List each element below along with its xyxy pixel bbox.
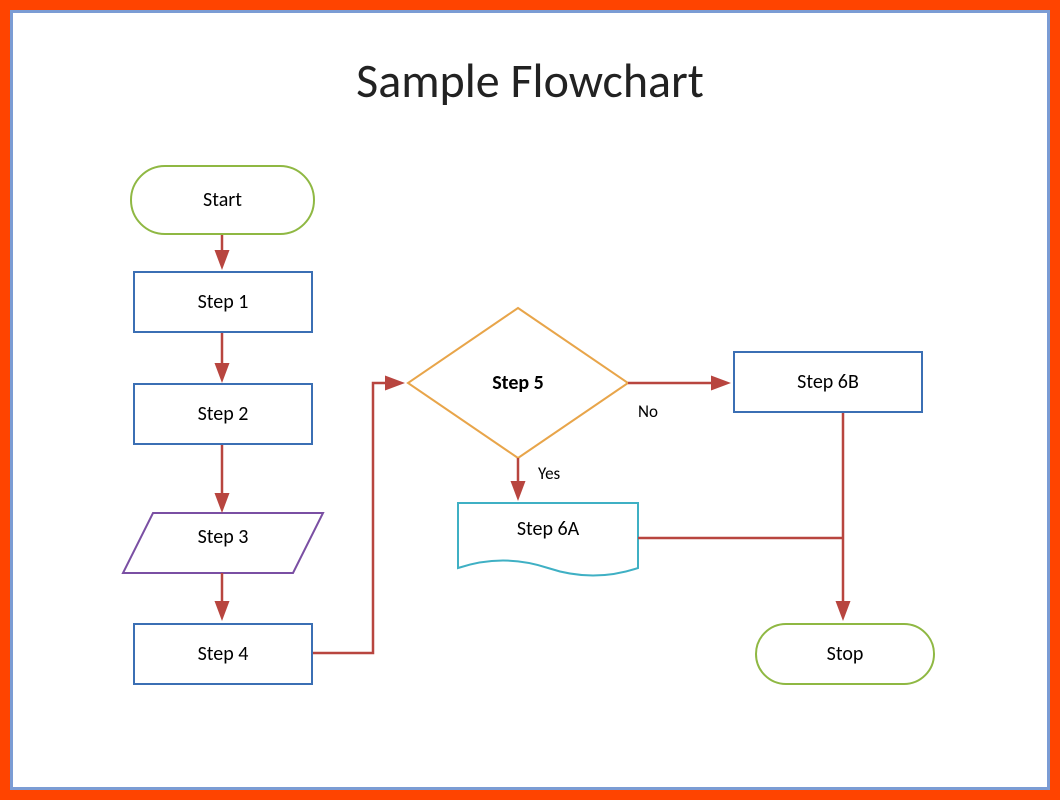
- diagram-frame: Sample Flowchart: [10, 10, 1050, 790]
- step3-label-wrap: Step 3: [143, 525, 303, 549]
- rect-step2: Step 2: [133, 383, 313, 445]
- rect-step6b: Step 6B: [733, 351, 923, 413]
- terminator-stop: Stop: [755, 623, 935, 685]
- step6a-label-wrap: Step 6A: [468, 517, 628, 541]
- stop-label: Stop: [827, 642, 864, 666]
- terminator-start: Start: [130, 165, 315, 235]
- start-label: Start: [203, 188, 242, 212]
- step6b-label: Step 6B: [797, 370, 859, 394]
- branch-yes-label: Yes: [538, 463, 560, 484]
- rect-step1: Step 1: [133, 271, 313, 333]
- step4-label: Step 4: [198, 642, 249, 666]
- arrow-step4-step5: [311, 383, 400, 653]
- rect-step4: Step 4: [133, 623, 313, 685]
- step5-label-wrap: Step 5: [458, 371, 578, 395]
- step2-label: Step 2: [198, 402, 249, 426]
- step5-label: Step 5: [492, 371, 544, 395]
- flowchart-canvas: Start Step 1 Step 2 Step 3 Step 4 Step 5…: [13, 13, 1047, 787]
- step6a-label: Step 6A: [517, 517, 579, 541]
- branch-no-label: No: [638, 401, 658, 422]
- step3-label: Step 3: [198, 525, 249, 549]
- step1-label: Step 1: [198, 290, 249, 314]
